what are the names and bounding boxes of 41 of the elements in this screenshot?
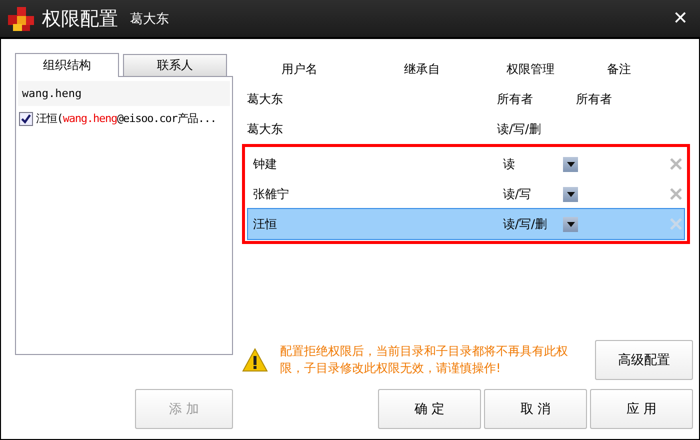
dialog-button[interactable]: 应 用 [590,389,693,429]
dropdown-button[interactable] [563,186,578,202]
caret-icon [566,222,574,226]
table-row[interactable]: 葛大东 读/写/删 [242,114,693,144]
user-name: 钟建 [252,156,278,172]
window-title: 权限配置 [42,6,118,32]
caret-icon [566,162,574,166]
note: 所有者 [575,90,613,108]
warning-text: 配置拒绝权限后，当前目录和子目录都将不再具有此权限，子目录修改此权限无效，请谨慎操作! [280,343,569,377]
tab[interactable]: 联系人 [123,54,227,76]
user-name: 张雒宁 [252,186,290,202]
user-name: 汪恒 [252,216,278,232]
contact-entry[interactable]: 汪恒(wang.heng@eisoo.cor产品... [36,111,216,126]
permission: 读 [502,156,516,172]
checkbox[interactable] [19,112,33,126]
dialog-button[interactable]: 确 定 [378,389,481,429]
permission: 所有者 [496,90,534,108]
close-button[interactable]: ✕ [668,8,692,29]
permission: 读/写/删 [496,120,542,138]
table-row[interactable]: 葛大东 所有者 所有者 [242,84,693,114]
user-name: 葛大东 [246,120,284,138]
table-row[interactable]: 汪恒 读/写/删 [248,209,684,239]
dropdown-button[interactable] [563,216,578,232]
column-header: 权限管理 [506,60,556,78]
permission: 读/写 [502,186,532,202]
column-header: 继承自 [403,60,441,78]
column-header: 备注 [606,60,632,78]
permission: 读/写/删 [502,216,548,232]
dialog-button[interactable]: 取 消 [484,389,587,429]
table-row[interactable]: 钟建 读 [248,149,684,179]
search-field[interactable]: wang.heng [18,81,230,106]
dropdown-button[interactable] [563,156,578,172]
user-name: 葛大东 [246,90,284,108]
caret-icon [566,192,574,196]
advanced-button[interactable]: 高级配置 [595,340,693,380]
window-subtitle: 葛大东 [130,10,169,28]
table-row[interactable]: 张雒宁 读/写 [248,179,684,209]
logo-icon [8,6,34,30]
column-header: 用户名 [280,60,318,78]
warning-icon [242,348,268,372]
tab[interactable]: 组织结构 [15,53,119,77]
